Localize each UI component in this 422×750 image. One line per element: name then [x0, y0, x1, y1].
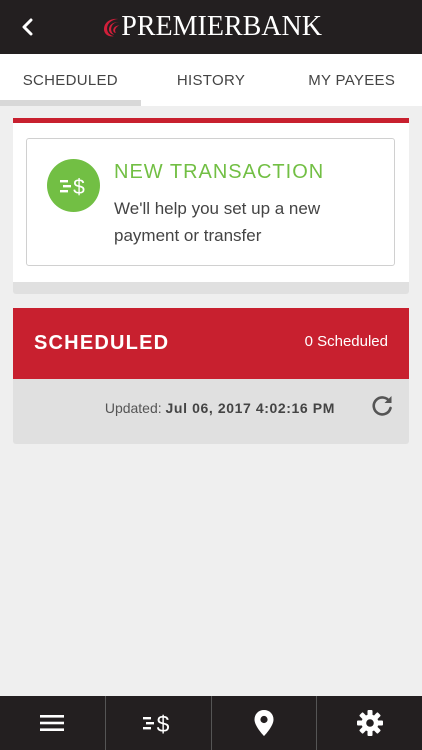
logo-text-premier: PREMIER: [121, 11, 243, 42]
svg-text:$: $: [157, 711, 170, 736]
new-transaction-title: NEW TRANSACTION: [114, 161, 325, 183]
nav-settings-button[interactable]: [316, 696, 422, 750]
updated-label: Updated:: [104, 400, 162, 416]
nav-transfer-button[interactable]: $: [104, 696, 211, 750]
tab-scheduled[interactable]: SCHEDULED: [0, 54, 141, 106]
location-pin-icon: [254, 710, 274, 736]
tab-bar: SCHEDULED HISTORY MY PAYEES: [0, 54, 422, 106]
new-transaction-panel: $ NEW TRANSACTION We'll help you set up …: [13, 118, 409, 294]
nav-menu-button[interactable]: [0, 696, 105, 750]
transfer-dollar-icon: $: [47, 159, 100, 212]
tab-history[interactable]: HISTORY: [141, 54, 282, 106]
updated-timestamp: Updated: Jul 06, 2017 4:02:16 PM: [105, 400, 335, 416]
updated-value: Jul 06, 2017 4:02:16 PM: [165, 400, 335, 416]
transfer-dollar-icon: $: [143, 711, 170, 736]
svg-text:$: $: [73, 176, 85, 198]
gear-icon: [356, 710, 383, 736]
chevron-left-icon[interactable]: [14, 13, 42, 41]
new-transaction-button[interactable]: $ NEW TRANSACTION We'll help you set up …: [26, 138, 395, 266]
logo-swoosh-icon: [104, 18, 120, 37]
tab-my-payees[interactable]: MY PAYEES: [281, 54, 422, 106]
menu-icon: [40, 715, 65, 731]
scheduled-count: 0 Scheduled: [304, 333, 388, 350]
new-transaction-description: We'll help you set up a new payment or t…: [114, 199, 321, 245]
logo-text-bank: BANK: [242, 11, 322, 42]
nav-location-button[interactable]: [210, 696, 317, 750]
scheduled-header: SCHEDULED 0 Scheduled: [13, 308, 409, 379]
scheduled-title: SCHEDULED: [34, 332, 170, 354]
bottom-nav: $: [0, 696, 422, 750]
premier-bank-logo: PREMIER BANK: [102, 8, 322, 46]
refresh-icon[interactable]: [369, 393, 395, 419]
updated-bar: Updated: Jul 06, 2017 4:02:16 PM: [13, 379, 409, 444]
app-header: PREMIER BANK: [0, 0, 422, 54]
